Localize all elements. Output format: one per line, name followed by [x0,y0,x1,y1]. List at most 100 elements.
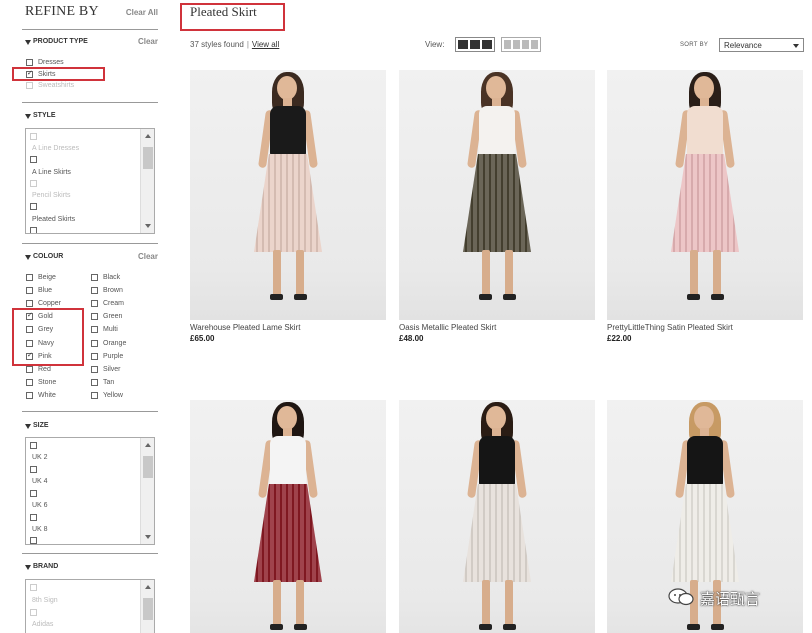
colour-option-blue[interactable]: Blue [26,286,86,296]
product-price: £48.00 [399,334,424,343]
checkbox[interactable] [30,490,37,497]
checkbox[interactable] [26,82,33,89]
scroll-thumb[interactable] [143,456,153,478]
size-option[interactable]: UK 6 [32,502,48,509]
checkbox[interactable] [91,352,98,360]
checkbox[interactable] [30,514,37,521]
colour-option-beige[interactable]: Beige [26,273,86,283]
grid-view-4-button[interactable] [501,37,541,52]
product-image[interactable] [190,70,386,320]
checkbox[interactable] [30,537,37,544]
product-image[interactable] [399,70,595,320]
colour-option-black[interactable]: Black [91,273,151,283]
product-image[interactable] [190,400,386,633]
checkbox[interactable] [30,156,37,163]
filter-option-sweatshirts[interactable]: Sweatshirts [26,81,126,91]
checkbox[interactable] [91,313,98,321]
checkbox[interactable] [91,287,98,295]
colour-label: Red [38,365,51,373]
sort-select[interactable]: Relevance [719,38,804,52]
scroll-thumb[interactable] [143,598,153,620]
product-name[interactable]: Warehouse Pleated Lame Skirt [190,323,300,332]
scrollbar[interactable] [140,129,154,233]
divider [22,29,158,30]
checkbox[interactable] [26,378,33,386]
brand-header[interactable]: BRAND [25,562,158,574]
size-option[interactable]: UK 8 [32,526,48,533]
checkbox[interactable] [26,391,33,399]
colour-option-stone[interactable]: Stone [26,378,86,388]
style-option[interactable]: A Line Dresses [32,145,79,152]
size-option[interactable]: UK 4 [32,478,48,485]
colour-option-silver[interactable]: Silver [91,365,151,375]
collapse-triangle-icon [25,40,31,45]
style-header[interactable]: STYLE [25,111,158,123]
checkbox[interactable] [30,442,37,449]
brand-option[interactable]: 8th Sign [32,597,58,604]
scroll-thumb[interactable] [143,147,153,169]
brand-option[interactable]: Adidas [32,621,53,628]
style-listbox[interactable]: A Line Dresses A Line Skirts Pencil Skir… [25,128,155,234]
colour-option-white[interactable]: White [26,391,86,401]
scroll-up-icon[interactable] [145,134,151,138]
product-image[interactable] [607,70,803,320]
scroll-down-icon[interactable] [145,535,151,539]
checkbox[interactable] [91,365,98,373]
checkbox[interactable] [26,287,33,295]
colour-option-purple[interactable]: Purple [91,352,151,362]
checkbox[interactable] [91,391,98,399]
checkbox[interactable] [26,59,33,66]
product-name[interactable]: Oasis Metallic Pleated Skirt [399,323,496,332]
checkbox[interactable] [26,365,33,373]
colour-option-red[interactable]: Red [26,365,86,375]
colour-option-orange[interactable]: Orange [91,339,151,349]
colour-option-cream[interactable]: Cream [91,299,151,309]
size-header[interactable]: SIZE [25,421,158,433]
checkbox[interactable] [30,584,37,591]
colour-label: Copper [38,300,61,308]
colour-option-green[interactable]: Green [91,312,151,322]
colour-label: Beige [38,274,56,281]
product-price: £65.00 [190,334,215,343]
size-option[interactable]: UK 2 [32,454,48,461]
checkbox[interactable] [30,180,37,187]
model-figure [248,400,328,633]
style-option[interactable]: Pleated Skirts [32,216,75,223]
clear-all-link[interactable]: Clear All [126,8,158,17]
checkbox[interactable] [30,203,37,210]
checkbox[interactable] [91,300,98,308]
checkbox[interactable] [26,300,33,308]
product-name[interactable]: PrettyLittleThing Satin Pleated Skirt [607,323,733,332]
checkbox[interactable] [30,466,37,473]
checkbox[interactable] [91,339,98,347]
checkbox[interactable] [30,609,37,616]
scroll-up-icon[interactable] [145,443,151,447]
colour-option-yellow[interactable]: Yellow [91,391,151,401]
refine-sidebar: REFINE BY Clear All PRODUCT TYPE Clear D… [12,0,160,633]
style-option[interactable]: Pencil Skirts [32,192,71,199]
style-option[interactable]: A Line Skirts [32,169,71,176]
grid-view-3-button[interactable] [455,37,495,52]
checkbox[interactable] [30,133,37,140]
colour-option-multi[interactable]: Multi [91,325,151,335]
product-image[interactable] [399,400,595,633]
scrollbar[interactable] [140,580,154,633]
checkbox[interactable] [91,274,98,281]
checkbox[interactable] [30,227,37,233]
checkbox[interactable] [91,326,98,334]
checkbox[interactable] [26,274,33,281]
product-type-header[interactable]: PRODUCT TYPE Clear [25,37,158,49]
checkbox[interactable] [91,378,98,386]
brand-listbox[interactable]: 8th Sign Adidas [25,579,155,633]
view-all-link[interactable]: View all [252,40,279,49]
scroll-up-icon[interactable] [145,585,151,589]
size-listbox[interactable]: UK 2 UK 4 UK 6 UK 8 [25,437,155,545]
colour-clear-link[interactable]: Clear [138,252,158,261]
scroll-down-icon[interactable] [145,224,151,228]
colour-option-tan[interactable]: Tan [91,378,151,388]
product-type-clear-link[interactable]: Clear [138,37,158,46]
colour-header[interactable]: COLOUR Clear [25,252,158,264]
scrollbar[interactable] [140,438,154,544]
divider [22,553,158,554]
colour-option-brown[interactable]: Brown [91,286,151,296]
